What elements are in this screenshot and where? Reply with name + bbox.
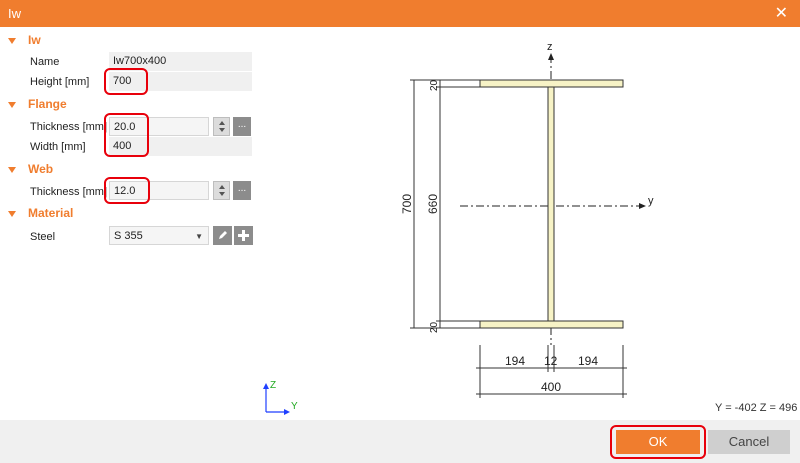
dim-left: 194: [505, 354, 525, 368]
top-flange: [479, 79, 624, 88]
section-web[interactable]: Web: [8, 162, 53, 176]
arrow-up-icon[interactable]: [219, 185, 225, 189]
steel-label: Steel: [30, 231, 56, 243]
flange-width-label: Width [mm]: [30, 141, 86, 153]
dim-right: 194: [578, 354, 598, 368]
dim-web-height: 660: [426, 194, 440, 214]
mini-y-label: Y: [291, 401, 298, 412]
height-label: Height [mm]: [30, 76, 90, 88]
y-axis-label: y: [648, 195, 654, 207]
add-material-button[interactable]: [234, 226, 253, 245]
flange-thickness-more-button[interactable]: ...: [233, 117, 251, 136]
window-title: Iw: [8, 6, 21, 21]
collapse-icon[interactable]: [8, 210, 16, 217]
cancel-button[interactable]: Cancel: [708, 430, 790, 454]
web-highlight: [104, 177, 150, 204]
chevron-down-icon: ▼: [195, 232, 203, 241]
collapse-icon[interactable]: [8, 166, 16, 173]
coordinate-readout: Y = -402 Z = 496: [715, 402, 798, 414]
arrow-down-icon[interactable]: [219, 192, 225, 196]
z-axis-arrow: [548, 53, 554, 60]
flange-thickness-label: Thickness [mm]: [30, 121, 108, 133]
dim-flange-bottom: 20: [429, 321, 440, 333]
section-iw[interactable]: Iw: [8, 33, 41, 47]
flange-thickness-stepper[interactable]: [213, 117, 230, 136]
dim-width: 400: [541, 380, 561, 394]
dim-flange-top: 20: [429, 79, 440, 91]
flange-highlight: [104, 113, 149, 157]
close-icon[interactable]: ✕: [775, 3, 788, 23]
mini-z-arrow: [263, 383, 269, 389]
y-axis-arrow: [639, 203, 646, 209]
steel-select[interactable]: S 355 ▼: [109, 226, 209, 245]
height-highlight: [104, 68, 148, 95]
web-thickness-more-button[interactable]: ...: [233, 181, 251, 200]
web-thickness-stepper[interactable]: [213, 181, 230, 200]
edit-material-button[interactable]: [213, 226, 232, 245]
web-plate: [547, 86, 555, 322]
mini-z-label: Z: [270, 380, 276, 391]
arrow-up-icon[interactable]: [219, 121, 225, 125]
title-bar: Iw ✕: [0, 0, 800, 27]
collapse-icon[interactable]: [8, 101, 16, 108]
collapse-icon[interactable]: [8, 37, 16, 44]
dim-web: 12: [544, 354, 558, 368]
z-axis-label: z: [547, 41, 553, 53]
dim-total-height: 700: [400, 194, 414, 214]
bottom-flange: [479, 320, 624, 329]
section-flange[interactable]: Flange: [8, 97, 67, 111]
arrow-down-icon[interactable]: [219, 128, 225, 132]
section-material[interactable]: Material: [8, 206, 73, 220]
name-label: Name: [30, 56, 60, 68]
ok-highlight: [610, 425, 706, 459]
plus-icon: [238, 230, 249, 241]
web-thickness-label: Thickness [mm]: [30, 186, 108, 198]
mini-y-arrow: [284, 409, 290, 415]
pencil-icon: [218, 231, 227, 239]
